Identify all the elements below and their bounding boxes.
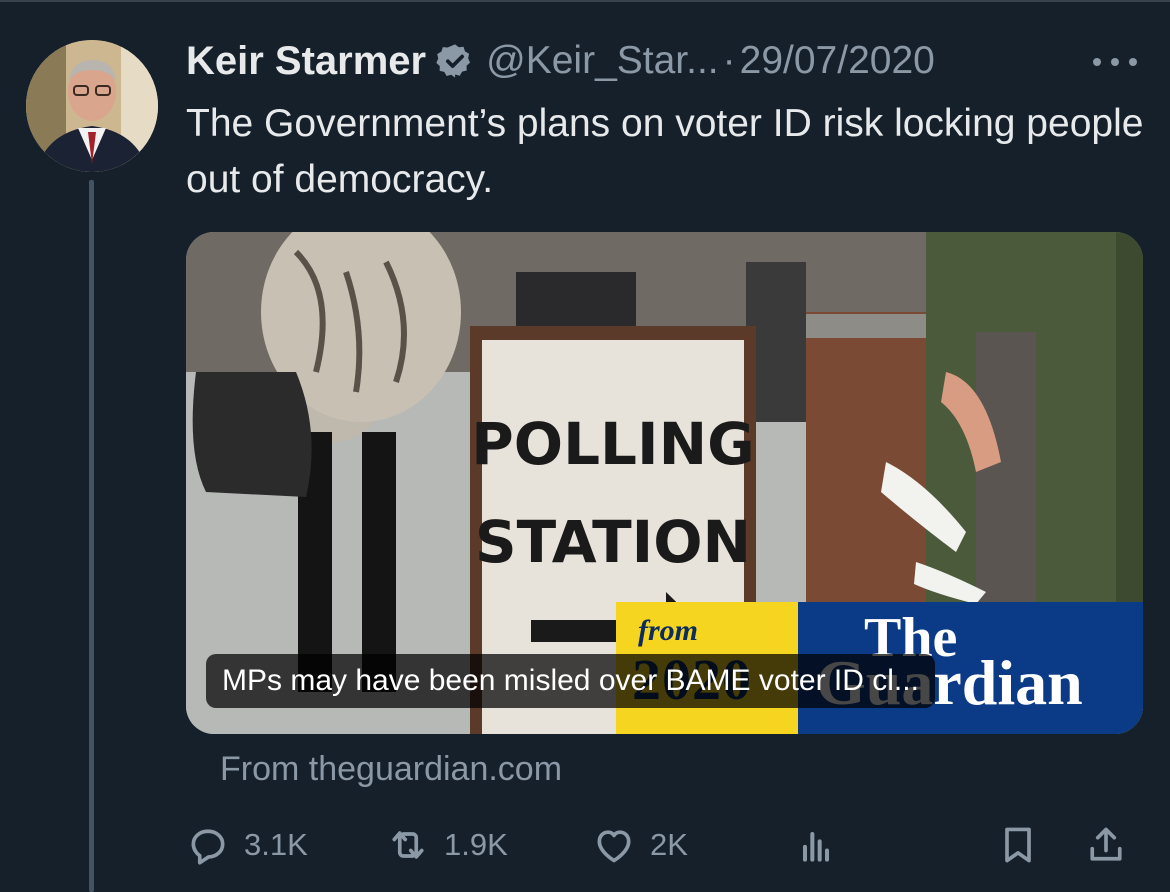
tweet-date[interactable]: 29/07/2020 <box>740 39 935 83</box>
like-count: 2K <box>650 827 688 862</box>
link-card[interactable]: POLLING STATION from 2020 The Guardian M… <box>186 232 1143 734</box>
retweet-count: 1.9K <box>444 827 508 862</box>
tweet-text: The Government’s plans on voter ID risk … <box>186 102 1144 201</box>
more-icon[interactable] <box>1093 52 1137 72</box>
views-icon <box>802 831 830 862</box>
verified-badge-icon <box>436 44 471 78</box>
promo-from: from <box>638 614 698 647</box>
like-button[interactable]: 2K <box>592 820 688 870</box>
thread-line <box>89 180 94 892</box>
separator: · <box>722 39 736 82</box>
reply-count: 3.1K <box>244 827 308 862</box>
tweet-header: Keir Starmer @Keir_Star... · 29/07/2020 <box>186 36 935 86</box>
avatar[interactable] <box>26 40 158 172</box>
like-icon <box>597 830 631 863</box>
author-handle[interactable]: @Keir_Star... <box>486 39 719 83</box>
share-icon <box>1090 827 1122 861</box>
bookmark-button[interactable] <box>996 820 1040 870</box>
card-headline[interactable]: MPs may have been misled over BAME voter… <box>206 654 935 708</box>
views-button[interactable] <box>794 820 838 870</box>
retweet-icon <box>392 831 424 859</box>
sign-text-station: STATION <box>475 508 751 576</box>
sign-text-polling: POLLING <box>471 410 754 478</box>
bookmark-icon <box>1005 827 1031 863</box>
action-bar: 3.1K 1.9K 2K <box>186 820 1146 870</box>
top-divider <box>0 0 1170 2</box>
reply-button[interactable]: 3.1K <box>186 820 308 870</box>
share-button[interactable] <box>1084 820 1128 870</box>
author-name[interactable]: Keir Starmer <box>186 39 426 84</box>
retweet-button[interactable]: 1.9K <box>386 820 508 870</box>
reply-icon <box>191 829 225 865</box>
card-source[interactable]: From theguardian.com <box>220 750 562 789</box>
